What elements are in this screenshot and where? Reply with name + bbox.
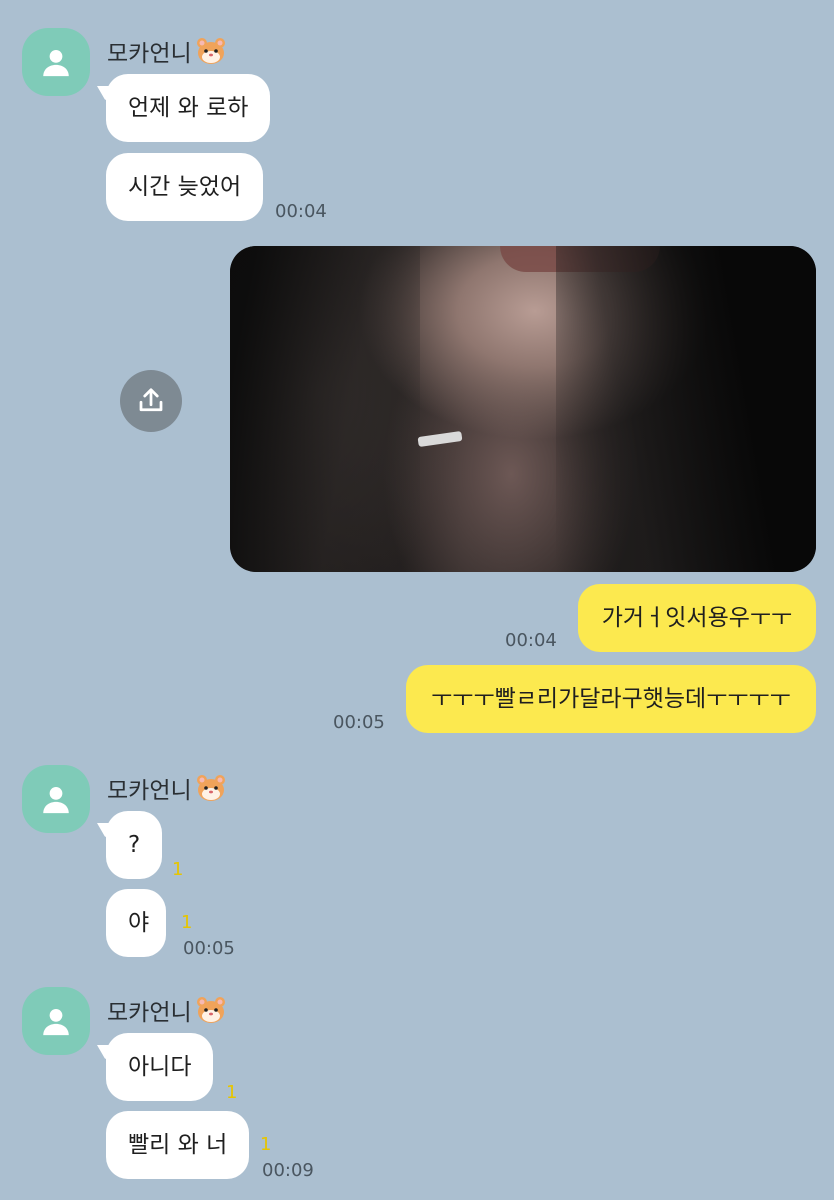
- person-icon: [43, 786, 69, 814]
- hamster-icon: [196, 774, 226, 802]
- avatar[interactable]: [22, 987, 90, 1055]
- avatar[interactable]: [22, 28, 90, 96]
- message-time: 00:05: [183, 938, 235, 959]
- message-time: 00:09: [262, 1160, 314, 1181]
- message-bubble-outgoing[interactable]: 가거ㅓ잇서용우ㅜㅜ: [578, 584, 816, 652]
- photo-message[interactable]: [230, 246, 816, 572]
- photo-detail: [556, 246, 816, 572]
- share-upload-icon: [139, 388, 163, 412]
- sender-name: 모카언니: [107, 771, 226, 805]
- unread-count: 1: [260, 1134, 272, 1155]
- share-button[interactable]: [120, 370, 182, 432]
- photo-detail: [417, 430, 463, 448]
- hamster-icon: [196, 996, 226, 1024]
- unread-count: 1: [181, 912, 193, 933]
- message-bubble[interactable]: 언제 와 로하: [106, 74, 271, 142]
- message-bubble[interactable]: 야: [106, 889, 166, 957]
- person-icon: [43, 49, 69, 77]
- unread-count: 1: [172, 859, 184, 880]
- avatar[interactable]: [22, 765, 90, 833]
- message-time: 00:04: [505, 630, 557, 651]
- sender-name: 모카언니: [107, 993, 226, 1027]
- person-icon: [43, 1008, 69, 1036]
- message-bubble[interactable]: 빨리 와 너: [106, 1111, 250, 1179]
- hamster-icon: [196, 37, 226, 65]
- message-bubble[interactable]: 아니다: [106, 1033, 214, 1101]
- message-bubble[interactable]: ?: [106, 811, 162, 879]
- unread-count: 1: [226, 1082, 238, 1103]
- message-time: 00:04: [275, 201, 327, 222]
- photo-detail: [230, 246, 420, 572]
- message-bubble[interactable]: 시간 늦었어: [106, 153, 264, 221]
- sender-name: 모카언니: [107, 34, 226, 68]
- message-time: 00:05: [333, 712, 385, 733]
- message-bubble-outgoing[interactable]: ㅜㅜㅜ빨ㄹ리가달라구햇능데ㅜㅜㅜㅜ: [406, 665, 816, 733]
